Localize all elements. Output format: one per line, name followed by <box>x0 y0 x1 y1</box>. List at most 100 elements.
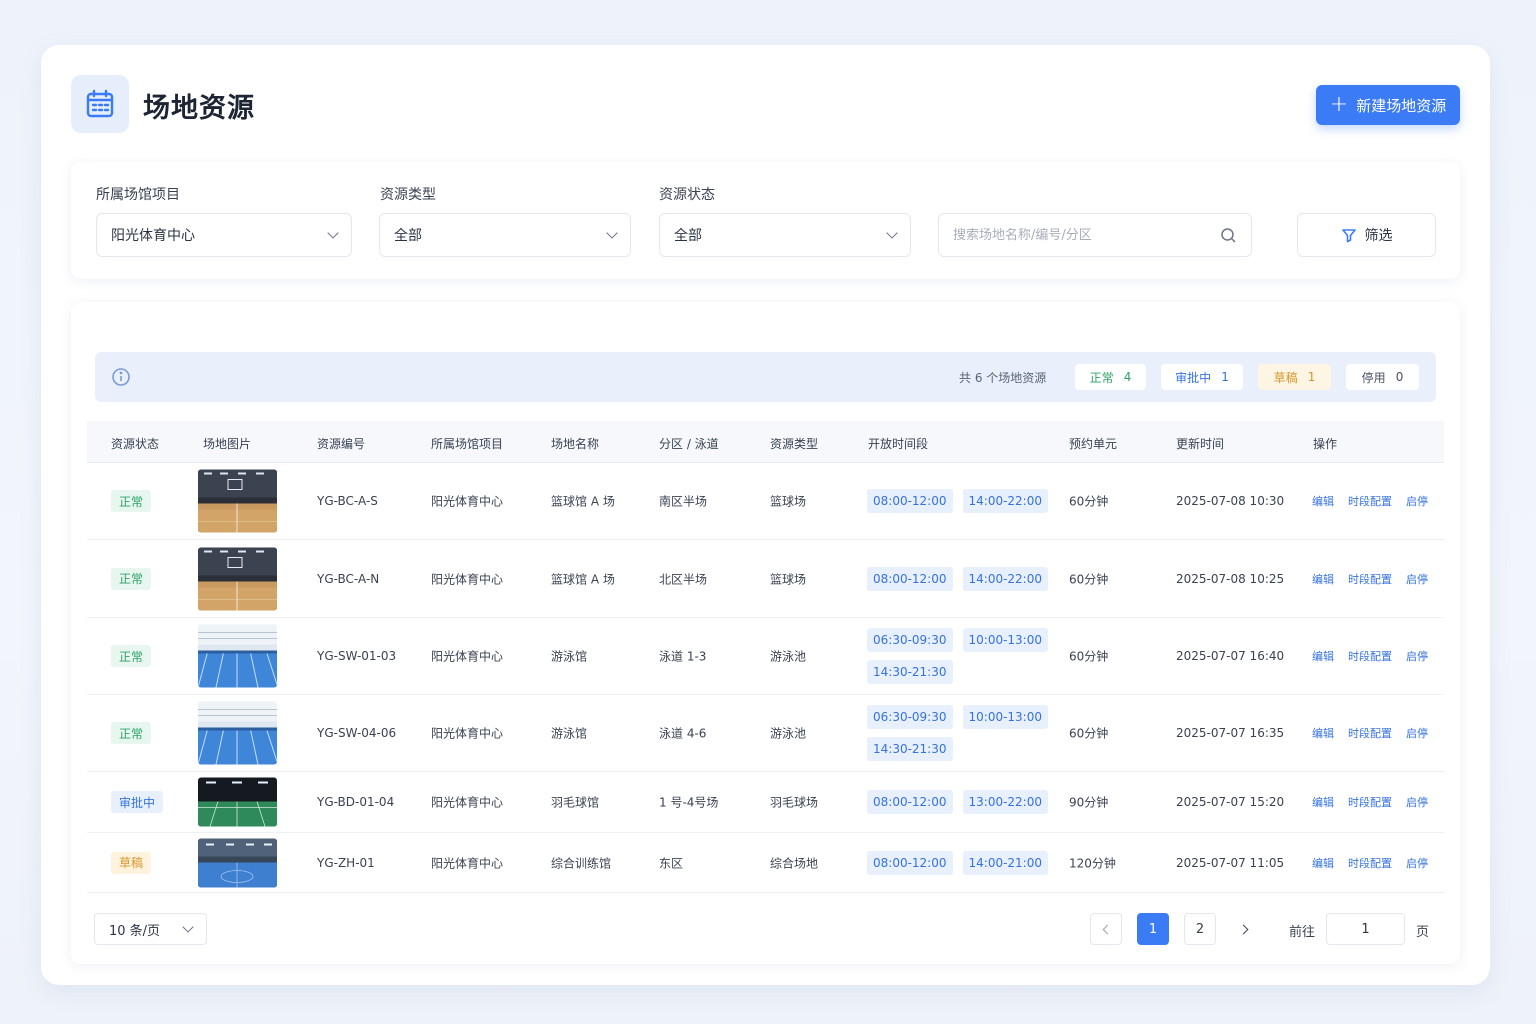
toggle-link[interactable]: 启停 <box>1406 571 1428 587</box>
new-resource-label: 新建场地资源 <box>1356 96 1447 115</box>
cell-venue: 阳光体育中心 <box>431 494 504 509</box>
cell-type: 综合场地 <box>770 856 819 870</box>
next-page-button[interactable] <box>1229 913 1261 945</box>
venue-photo <box>198 838 277 887</box>
column-header: 所属场馆项目 <box>431 437 504 451</box>
cell-code: YG-SW-04-06 <box>317 726 397 740</box>
toggle-link[interactable]: 启停 <box>1406 648 1428 664</box>
new-resource-button[interactable]: + 新建场地资源 <box>1316 85 1460 125</box>
column-header: 预约单元 <box>1069 437 1118 451</box>
time-slot-tag: 10:00-13:00 <box>962 705 1048 729</box>
filter-button-label: 筛选 <box>1364 228 1393 244</box>
row-actions: 编辑 时段配置 启停 <box>1312 571 1428 587</box>
edit-link[interactable]: 编辑 <box>1312 794 1334 810</box>
summary-chip-draft[interactable]: 草稿 1 <box>1258 364 1331 390</box>
edit-link[interactable]: 编辑 <box>1312 571 1334 587</box>
status-badge: 正常 <box>111 567 152 590</box>
time-config-link[interactable]: 时段配置 <box>1348 794 1392 810</box>
table-panel: 共 6 个场地资源 正常 4 审批中 1 草稿 1 停用 0 资源状态 场地图片… <box>71 302 1460 964</box>
chip-label: 草稿 <box>1273 370 1298 385</box>
toggle-link[interactable]: 启停 <box>1406 725 1428 741</box>
time-slot-tag: 08:00-12:00 <box>867 489 953 513</box>
time-slot-tag: 06:30-09:30 <box>867 705 953 729</box>
table-row: 草稿 YG-ZH-01 阳光体育中心 综合训练馆 东区 综合场地 120分钟 2025-07-… <box>87 833 1444 893</box>
time-slot-tag: 14:00-22:00 <box>962 566 1048 591</box>
column-header: 资源编号 <box>317 437 366 451</box>
cell-type: 游泳池 <box>770 726 807 741</box>
cell-unit: 60分钟 <box>1069 572 1109 586</box>
time-slot-tag: 13:00-22:00 <box>962 790 1048 814</box>
edit-link[interactable]: 编辑 <box>1312 648 1334 664</box>
cell-venue: 阳光体育中心 <box>431 856 504 870</box>
cell-updated: 2025-07-07 16:40 <box>1176 649 1285 663</box>
time-slot-tag: 08:00-12:00 <box>867 850 953 875</box>
cell-type: 羽毛球场 <box>770 795 819 810</box>
time-slots: 06:30-09:30 10:00-13:00 14:30-21:30 <box>867 705 1057 761</box>
cell-type: 篮球场 <box>770 494 807 509</box>
venue-select-value: 阳光体育中心 <box>111 228 195 244</box>
page-size-select[interactable]: 10 条/页 <box>94 913 207 945</box>
cell-name: 篮球馆 A 场 <box>551 572 615 586</box>
page-button-2[interactable]: 2 <box>1184 913 1216 945</box>
column-header: 操作 <box>1313 437 1338 451</box>
venue-photo <box>198 701 277 765</box>
chevron-down-icon <box>606 227 618 239</box>
filter-panel: 所属场馆项目 阳光体育中心 资源类型 全部 资源状态 全部 筛选 <box>71 162 1460 279</box>
status-select[interactable]: 全部 <box>659 213 911 257</box>
toggle-link[interactable]: 启停 <box>1406 794 1428 810</box>
time-slot-tag: 08:00-12:00 <box>867 566 953 591</box>
cell-type: 游泳池 <box>770 649 807 664</box>
venue-photo <box>198 547 277 610</box>
search-icon[interactable] <box>1220 227 1237 244</box>
summary-chip-review[interactable]: 审批中 1 <box>1161 364 1243 390</box>
table-row: 正常 YG-SW-01-03 阳光体育中心 游泳馆 泳道 1-3 游泳池 60分钟 2025-… <box>87 618 1444 695</box>
cell-zone: 泳道 1-3 <box>659 649 707 664</box>
time-config-link[interactable]: 时段配置 <box>1348 648 1392 664</box>
time-config-link[interactable]: 时段配置 <box>1348 855 1392 871</box>
time-slots: 08:00-12:00 13:00-22:00 <box>867 790 1057 814</box>
time-config-link[interactable]: 时段配置 <box>1348 571 1392 587</box>
status-select-value: 全部 <box>674 228 702 244</box>
toggle-link[interactable]: 启停 <box>1406 855 1428 871</box>
edit-link[interactable]: 编辑 <box>1312 493 1334 509</box>
column-header: 更新时间 <box>1176 437 1225 451</box>
edit-link[interactable]: 编辑 <box>1312 855 1334 871</box>
info-icon <box>112 368 130 386</box>
column-header: 资源状态 <box>111 437 160 451</box>
chevron-down-icon <box>886 227 898 239</box>
cell-code: YG-BC-A-N <box>317 571 380 586</box>
summary-chip-stopped[interactable]: 停用 0 <box>1346 364 1419 390</box>
venue-select[interactable]: 阳光体育中心 <box>96 213 352 257</box>
status-filter-label: 资源状态 <box>659 187 715 203</box>
page-title: 场地资源 <box>143 93 255 124</box>
cell-updated: 2025-07-08 10:25 <box>1176 571 1285 586</box>
table-row: 正常 YG-BC-A-N 阳光体育中心 篮球馆 A 场 北区半场 篮球场 60分钟 2025-… <box>87 540 1444 618</box>
venue-filter-label: 所属场馆项目 <box>96 187 180 203</box>
edit-link[interactable]: 编辑 <box>1312 725 1334 741</box>
time-config-link[interactable]: 时段配置 <box>1348 725 1392 741</box>
row-actions: 编辑 时段配置 启停 <box>1312 855 1428 871</box>
time-slot-tag: 14:30-21:30 <box>867 737 953 761</box>
toggle-link[interactable]: 启停 <box>1406 493 1428 509</box>
status-badge: 正常 <box>111 722 152 744</box>
type-filter-label: 资源类型 <box>380 187 436 203</box>
cell-type: 篮球场 <box>770 572 807 586</box>
cell-updated: 2025-07-07 11:05 <box>1176 855 1285 870</box>
filter-button[interactable]: 筛选 <box>1297 213 1436 257</box>
summary-chip-ok[interactable]: 正常 4 <box>1075 364 1146 390</box>
page-button-1[interactable]: 1 <box>1137 913 1169 945</box>
row-actions: 编辑 时段配置 启停 <box>1312 725 1428 741</box>
cell-unit: 60分钟 <box>1069 726 1109 741</box>
cell-code: YG-ZH-01 <box>317 855 375 870</box>
chip-count: 0 <box>1395 370 1404 384</box>
goto-page-input[interactable] <box>1326 913 1405 945</box>
search-input[interactable] <box>953 227 1203 243</box>
cell-zone: 南区半场 <box>659 494 708 509</box>
table-row: 正常 YG-BC-A-S 阳光体育中心 篮球馆 A 场 南区半场 篮球场 60分钟 2025-… <box>87 463 1444 540</box>
time-slot-tag: 10:00-13:00 <box>962 628 1048 652</box>
type-select[interactable]: 全部 <box>379 213 631 257</box>
status-badge: 审批中 <box>111 791 164 813</box>
time-config-link[interactable]: 时段配置 <box>1348 493 1392 509</box>
main-card: 场地资源 + 新建场地资源 所属场馆项目 阳光体育中心 资源类型 全部 资源状态… <box>41 45 1490 985</box>
prev-page-button[interactable] <box>1090 913 1122 945</box>
